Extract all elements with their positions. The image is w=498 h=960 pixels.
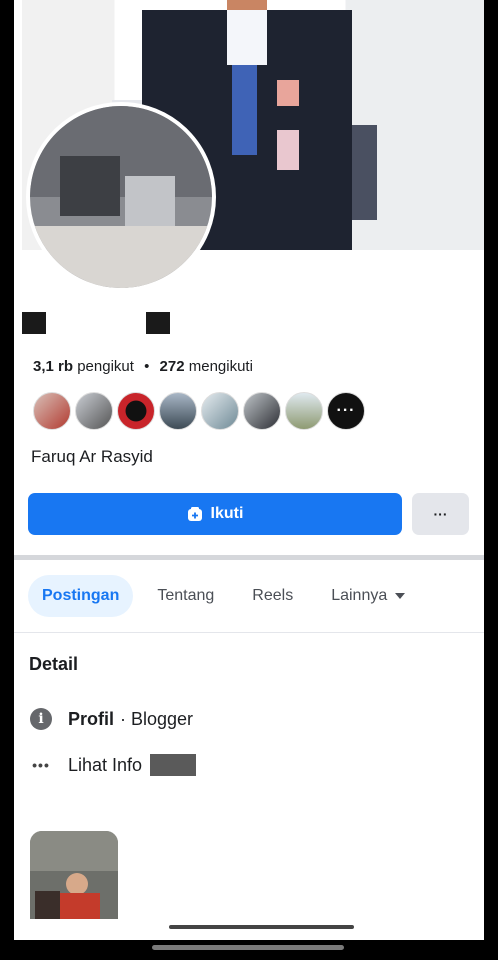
following-count[interactable]: 272 — [160, 358, 185, 375]
scroll-indicator — [169, 925, 354, 929]
following-label[interactable]: mengikuti — [189, 358, 253, 375]
tab-more[interactable]: Lainnya — [317, 575, 419, 617]
friend-avatar[interactable] — [117, 392, 155, 430]
featured-photo[interactable] — [30, 831, 118, 919]
detail-heading: Detail — [29, 654, 79, 674]
tab-reels[interactable]: Reels — [238, 575, 307, 617]
more-friends-icon[interactable]: ··· — [327, 392, 365, 430]
friend-avatar[interactable] — [243, 392, 281, 430]
profile-tabs: Postingan Tentang Reels Lainnya — [28, 575, 419, 617]
tab-more-label: Lainnya — [331, 587, 388, 604]
see-info-row[interactable]: ••• Lihat Info — [30, 754, 197, 776]
followers-label[interactable]: pengikut — [77, 358, 134, 375]
profile-label: Profil — [68, 708, 115, 729]
friend-avatar[interactable] — [159, 392, 197, 430]
see-info-label: Lihat Info — [68, 754, 143, 775]
profile-category: · Blogger — [120, 708, 194, 729]
follow-button[interactable]: Ikuti — [28, 493, 402, 535]
friend-avatar[interactable] — [33, 392, 71, 430]
profile-bio: Faruq Ar Rasyid — [31, 447, 153, 466]
friend-avatar[interactable] — [201, 392, 239, 430]
caret-down-icon — [395, 593, 406, 599]
tab-posts[interactable]: Postingan — [28, 575, 134, 617]
more-dots-icon: ••• — [32, 757, 50, 773]
section-separator — [14, 555, 484, 560]
more-options-button[interactable]: ··· — [412, 493, 469, 535]
home-indicator[interactable] — [152, 945, 344, 950]
tab-about[interactable]: Tentang — [143, 575, 228, 617]
follow-stats: 3,1 rb pengikut • 272 mengikuti — [33, 358, 253, 375]
friend-avatar[interactable] — [75, 392, 113, 430]
follow-button-label: Ikuti — [210, 505, 244, 522]
followers-count[interactable]: 3,1 rb — [33, 358, 73, 375]
profile-category-row: i Profil · Blogger — [30, 708, 193, 730]
mutual-friends-avatars: ··· — [33, 392, 365, 430]
redacted-text — [150, 754, 197, 776]
redacted-profile-name — [22, 312, 232, 336]
profile-screen: 3,1 rb pengikut • 272 mengikuti ··· Faru… — [14, 0, 484, 940]
info-icon: i — [30, 708, 52, 730]
profile-avatar[interactable] — [26, 102, 216, 292]
stats-separator: • — [144, 358, 150, 375]
tabs-divider — [14, 632, 484, 633]
follow-icon — [187, 507, 202, 521]
friend-avatar[interactable] — [285, 392, 323, 430]
